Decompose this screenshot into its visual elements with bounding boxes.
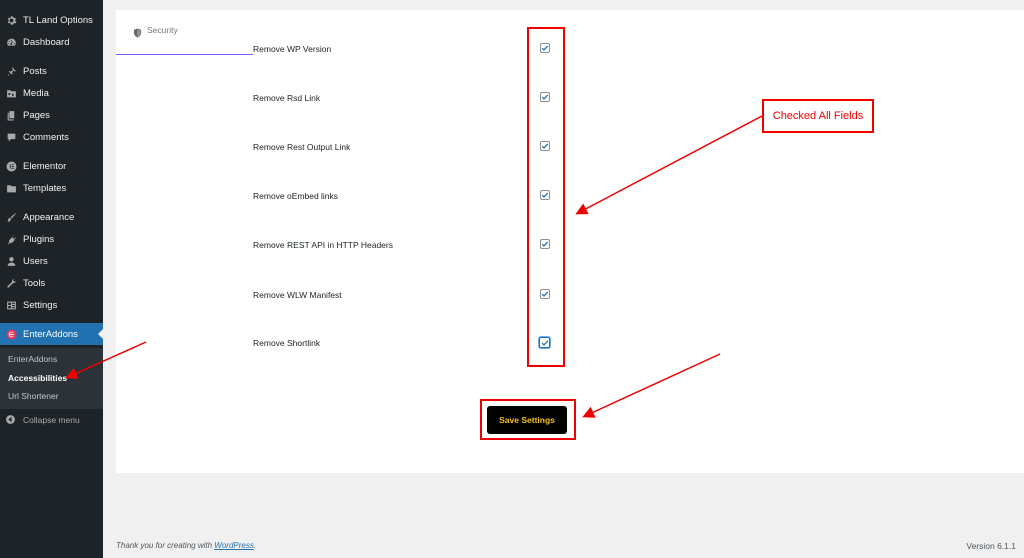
menu-item-label: Dashboard [23, 36, 70, 48]
menu-item-templates[interactable]: Templates [0, 177, 103, 199]
menu-item-appearance[interactable]: Appearance [0, 206, 103, 228]
setting-row: Remove WP Version [253, 43, 1024, 63]
user-icon [5, 255, 17, 267]
menu-item-tl-land-options[interactable]: TL Land Options [0, 9, 103, 31]
submenu-item-url-shortener[interactable]: Url Shortener [8, 391, 59, 401]
menu-item-label: Elementor [23, 160, 67, 172]
setting-label-remove-rest-api-headers: Remove REST API in HTTP Headers [253, 240, 393, 250]
menu-item-label: Plugins [23, 233, 55, 245]
wordpress-link[interactable]: WordPress [214, 541, 254, 550]
menu-item-plugins[interactable]: Plugins [0, 228, 103, 250]
menu-item-label: Comments [23, 131, 69, 143]
gear-icon [5, 14, 17, 26]
shield-icon [133, 25, 142, 38]
brush-icon [5, 211, 17, 223]
settings-tab-panel: Security [116, 10, 253, 473]
footer-thanks-text: Thank you for creating with [116, 541, 215, 550]
collapse-label: Collapse menu [23, 415, 80, 425]
setting-row: Remove oEmbed links [253, 190, 1024, 210]
menu-item-label: Pages [23, 109, 50, 121]
setting-row: Remove Rest Output Link [253, 141, 1024, 161]
menu-item-label: Appearance [23, 211, 75, 223]
menu-item-label: Tools [23, 277, 46, 289]
setting-label-remove-rsd-link: Remove Rsd Link [253, 93, 321, 103]
settings-icon [5, 299, 17, 311]
plug-icon [5, 233, 17, 245]
dashboard-icon [5, 36, 17, 48]
menu-item-comments[interactable]: Comments [0, 126, 103, 148]
menu-item-label: Media [23, 87, 49, 99]
menu-item-pages[interactable]: Pages [0, 104, 103, 126]
admin-sidebar: TL Land Options Dashboard Posts Media Pa… [0, 0, 103, 558]
setting-label-remove-rest-output-link: Remove Rest Output Link [253, 142, 351, 152]
setting-label-remove-oembed-links: Remove oEmbed links [253, 191, 339, 201]
folder-icon [5, 182, 17, 194]
enteraddons-submenu: EnterAddons Accessibilities Url Shortene… [0, 348, 103, 409]
setting-row: Remove Rsd Link [253, 92, 1024, 112]
menu-item-enteraddons[interactable]: EnterAddons [0, 323, 103, 345]
setting-label-remove-wp-version: Remove WP Version [253, 44, 332, 54]
footer-version: Version 6.1.1 [966, 541, 1016, 551]
tab-security[interactable]: Security [116, 10, 253, 55]
setting-label-remove-wlw-manifest: Remove WLW Manifest [253, 290, 342, 300]
setting-row: Remove Shortlink [253, 337, 1024, 357]
collapse-menu-button[interactable]: Collapse menu [0, 410, 103, 430]
setting-row: Remove REST API in HTTP Headers [253, 239, 1024, 259]
footer-thanks: Thank you for creating with WordPress. [116, 541, 256, 550]
menu-item-label: Users [23, 255, 48, 267]
submenu-item-accessibilities[interactable]: Accessibilities [8, 373, 67, 383]
comment-icon [5, 131, 17, 143]
menu-item-elementor[interactable]: Elementor [0, 155, 103, 177]
collapse-icon [5, 414, 17, 426]
menu-item-label: TL Land Options [23, 14, 93, 26]
menu-item-label: Settings [23, 299, 58, 311]
menu-item-settings[interactable]: Settings [0, 294, 103, 316]
menu-item-label: EnterAddons [23, 328, 78, 340]
pages-icon [5, 109, 17, 121]
annotation-checkbox-highlight [527, 27, 565, 367]
menu-item-label: Templates [23, 182, 67, 194]
annotation-callout: Checked All Fields [762, 99, 874, 133]
menu-item-users[interactable]: Users [0, 250, 103, 272]
enteraddons-icon [5, 328, 17, 340]
annotation-save-highlight [480, 399, 576, 440]
menu-item-dashboard[interactable]: Dashboard [0, 31, 103, 53]
setting-row: Remove WLW Manifest [253, 289, 1024, 309]
footer-thanks-suffix: . [253, 541, 257, 550]
elementor-icon [5, 160, 17, 172]
menu-item-label: Posts [23, 65, 47, 77]
setting-label-remove-shortlink: Remove Shortlink [253, 338, 321, 348]
menu-item-posts[interactable]: Posts [0, 60, 103, 82]
wrench-icon [5, 277, 17, 289]
pin-icon [5, 65, 17, 77]
submenu-item-enteraddons[interactable]: EnterAddons [8, 354, 57, 364]
tab-label: Security [147, 25, 178, 35]
settings-main-panel: Remove WP Version Remove Rsd Link Remove… [253, 10, 1024, 473]
media-icon [5, 87, 17, 99]
menu-item-tools[interactable]: Tools [0, 272, 103, 294]
menu-item-media[interactable]: Media [0, 82, 103, 104]
